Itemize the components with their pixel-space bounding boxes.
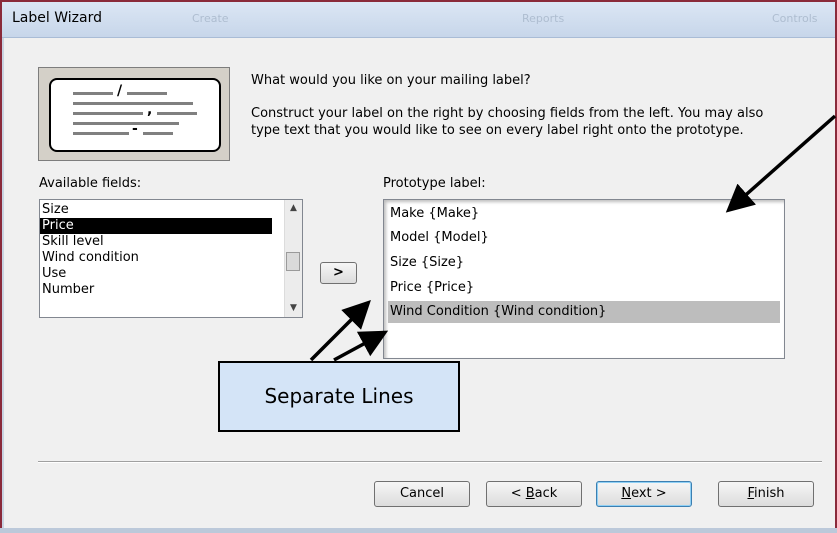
callout-text: Separate Lines [264, 384, 414, 408]
annotation-arrows [309, 114, 837, 362]
arrow-to-price-line [309, 300, 371, 362]
separate-lines-callout: Separate Lines [218, 361, 460, 432]
arrow-to-prototype [725, 114, 837, 213]
bottom-edge [0, 528, 837, 533]
arrow-to-wind-line [333, 330, 389, 362]
